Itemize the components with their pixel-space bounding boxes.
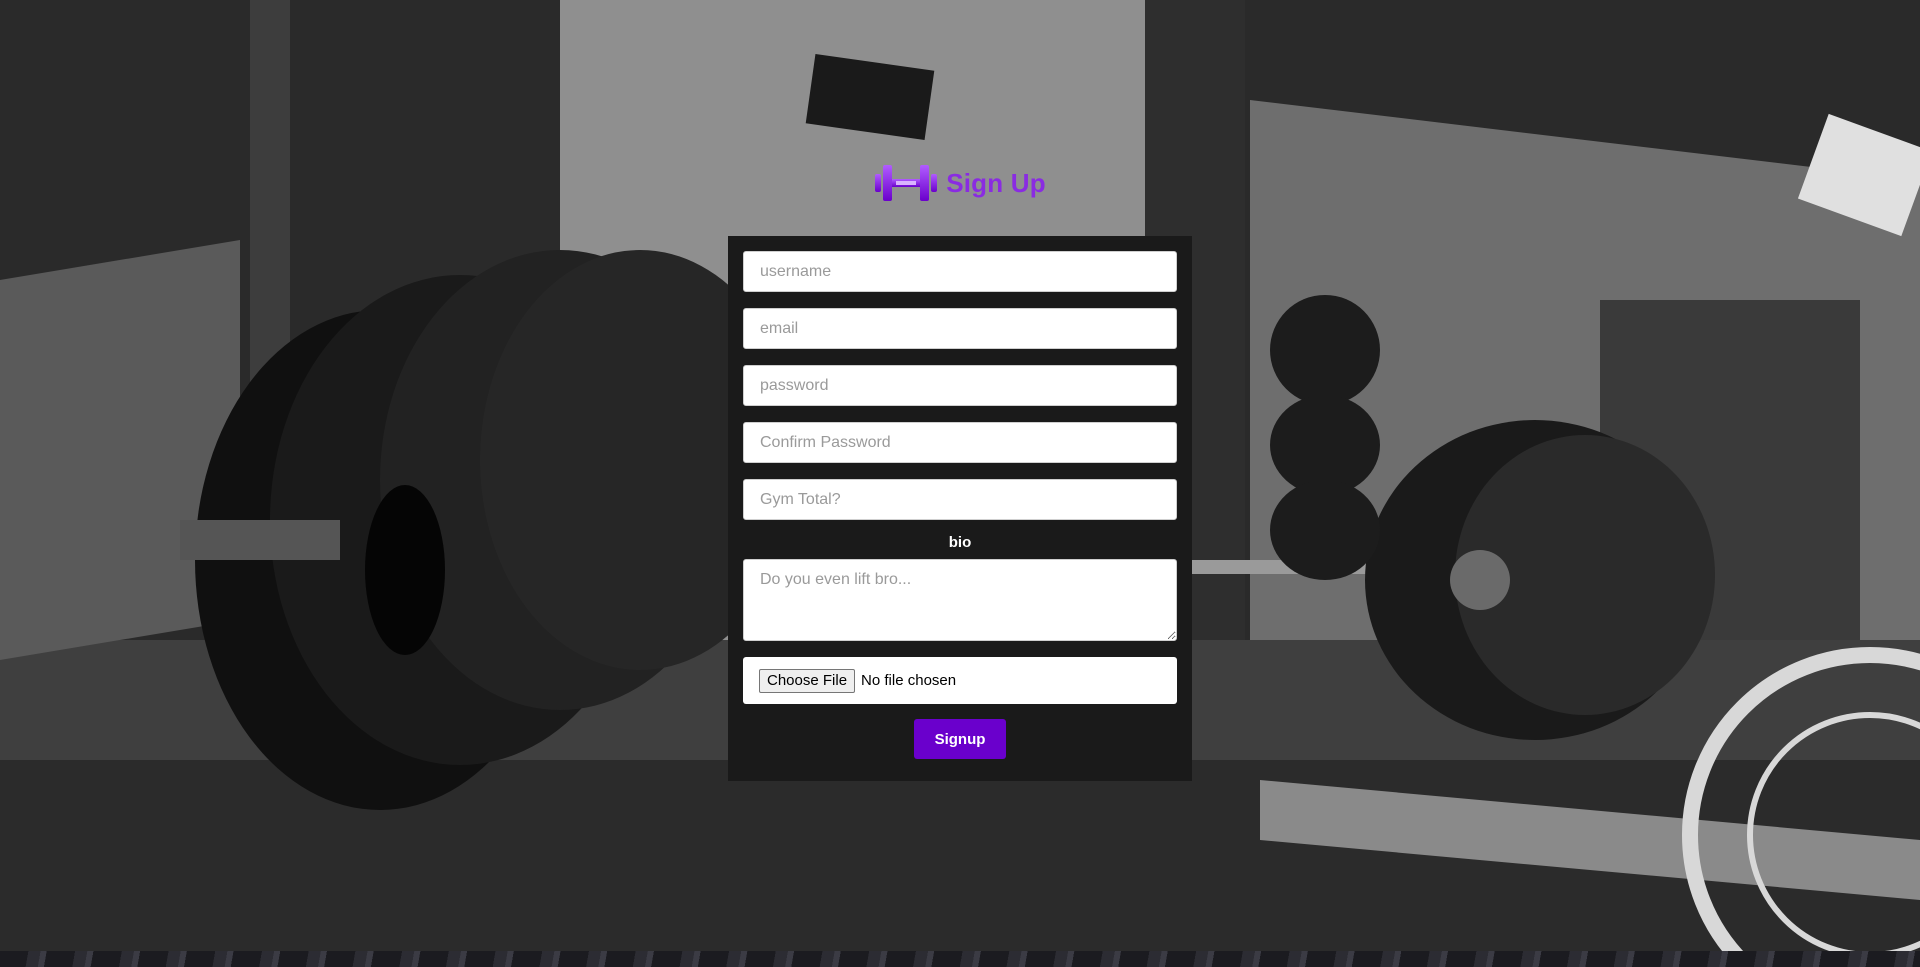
choose-file-button[interactable]: Choose File xyxy=(759,668,856,693)
confirm-password-input[interactable] xyxy=(743,422,1177,463)
submit-row: Signup xyxy=(743,719,1177,759)
signup-button[interactable]: Signup xyxy=(914,719,1006,759)
password-input[interactable] xyxy=(743,365,1177,406)
username-input[interactable] xyxy=(743,251,1177,292)
bio-label: bio xyxy=(948,534,972,551)
bio-textarea[interactable] xyxy=(743,559,1177,641)
file-status-text: No file chosen xyxy=(861,672,957,689)
signup-form: bio Choose File No file chosen Signup xyxy=(728,236,1192,781)
file-upload-field[interactable]: Choose File No file chosen xyxy=(743,657,1177,704)
page-title: Sign Up xyxy=(946,167,1046,198)
dumbbell-icon xyxy=(875,165,938,201)
footer-strip xyxy=(0,951,1920,967)
signup-page: Sign Up bio Choose File No file chosen S… xyxy=(0,0,1920,967)
signup-header: Sign Up xyxy=(0,160,1920,206)
email-input[interactable] xyxy=(743,308,1177,349)
gym-total-input[interactable] xyxy=(743,479,1177,520)
